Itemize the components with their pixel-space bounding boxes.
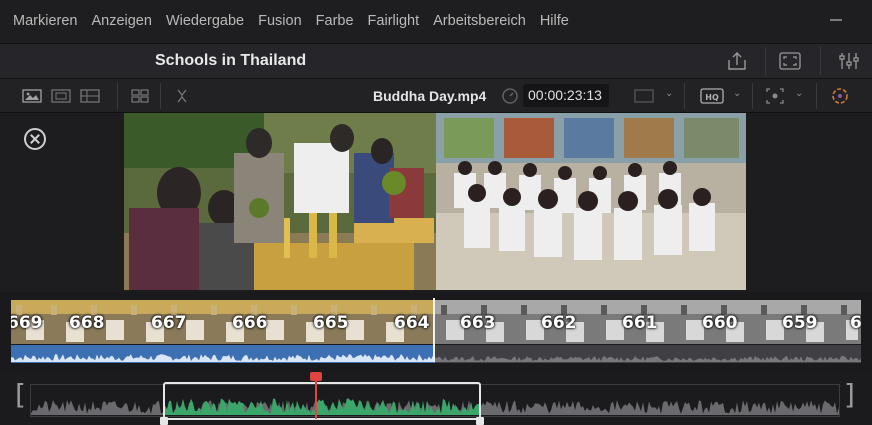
- frame-number: 669: [11, 313, 43, 333]
- mini-timeline[interactable]: [ ]: [0, 372, 872, 425]
- grid-icon[interactable]: [130, 87, 150, 105]
- selection-end-handle[interactable]: [476, 417, 484, 425]
- frame-number: 667: [151, 313, 187, 333]
- menu-item-arbeitsbereich[interactable]: Arbeitsbereich: [426, 0, 533, 43]
- viewer-toolbar: Buddha Day.mp4 00:00:23:13 ⌄ HQ ⌄ ⌄: [0, 79, 872, 113]
- frame-number: 664: [394, 313, 430, 333]
- minimize-icon[interactable]: [830, 12, 842, 26]
- trim-icon[interactable]: [172, 87, 192, 105]
- selection-range[interactable]: [163, 382, 481, 420]
- frame-number: 663: [460, 313, 496, 333]
- project-title: Schools in Thailand: [155, 52, 307, 69]
- frame-number: 659: [782, 313, 818, 333]
- chevron-down-icon[interactable]: ⌄: [733, 88, 741, 99]
- mixer-icon[interactable]: [838, 51, 860, 71]
- share-icon[interactable]: [726, 51, 748, 71]
- fullscreen-icon[interactable]: [779, 51, 801, 71]
- menu-item-markieren[interactable]: Markieren: [0, 0, 84, 43]
- clip-strip[interactable]: 669 668 667 666 665 664 663 662 661 660 …: [0, 292, 872, 372]
- image-view-icon[interactable]: [22, 87, 42, 105]
- toolbar-divider: [816, 83, 817, 109]
- frame-number: 662: [541, 313, 577, 333]
- timecode-text: 00:00:23:13: [528, 87, 602, 103]
- audio-waveform-strip[interactable]: [11, 345, 861, 363]
- menu-item-fusion[interactable]: Fusion: [251, 0, 309, 43]
- menu-item-farbe[interactable]: Farbe: [309, 0, 361, 43]
- frame-number: 665: [313, 313, 349, 333]
- titlebar-divider: [765, 47, 766, 75]
- video-viewer[interactable]: [0, 113, 872, 292]
- chevron-down-icon[interactable]: ⌄: [665, 88, 673, 99]
- playhead-marker[interactable]: [310, 372, 322, 381]
- mini-playhead[interactable]: [315, 375, 317, 419]
- close-icon[interactable]: [24, 128, 46, 150]
- toolbar-divider: [117, 83, 118, 109]
- film-strip-icon[interactable]: [80, 87, 100, 105]
- thumbnail-strip[interactable]: 669 668 667 666 665 664 663 662 661 660 …: [11, 300, 861, 344]
- title-bar: Schools in Thailand: [0, 43, 872, 79]
- selection-start-handle[interactable]: [160, 417, 168, 425]
- timeline-end-bracket: ]: [844, 378, 855, 411]
- video-frame[interactable]: [124, 113, 746, 290]
- timeline-start-bracket: [: [15, 378, 26, 411]
- speed-icon[interactable]: [500, 87, 520, 105]
- strip-playhead[interactable]: [433, 298, 435, 362]
- titlebar-divider: [820, 47, 821, 75]
- svg-text:HQ: HQ: [705, 93, 719, 102]
- menu-item-fairlight[interactable]: Fairlight: [361, 0, 427, 43]
- toolbar-divider: [752, 83, 753, 109]
- frame-number: 660: [702, 313, 738, 333]
- transform-icon[interactable]: [765, 87, 785, 105]
- frame-number: 666: [232, 313, 268, 333]
- menu-item-anzeigen[interactable]: Anzeigen: [84, 0, 158, 43]
- chevron-down-icon[interactable]: ⌄: [795, 88, 803, 99]
- hq-icon[interactable]: HQ: [700, 87, 724, 105]
- clip-name: Buddha Day.mp4: [373, 88, 487, 104]
- menu-item-hilfe[interactable]: Hilfe: [533, 0, 576, 43]
- frame-number: 6: [850, 313, 861, 333]
- timecode-display[interactable]: 00:00:23:13: [523, 84, 609, 107]
- safe-area-icon[interactable]: [51, 87, 71, 105]
- menu-bar: Markieren Anzeigen Wiedergabe Fusion Far…: [0, 0, 872, 43]
- frame-number: 661: [622, 313, 658, 333]
- monitor-icon[interactable]: [634, 87, 654, 105]
- color-wheel-icon[interactable]: [830, 87, 850, 105]
- frame-number: 668: [69, 313, 105, 333]
- toolbar-divider: [160, 83, 161, 109]
- toolbar-divider: [684, 83, 685, 109]
- menu-item-wiedergabe[interactable]: Wiedergabe: [159, 0, 251, 43]
